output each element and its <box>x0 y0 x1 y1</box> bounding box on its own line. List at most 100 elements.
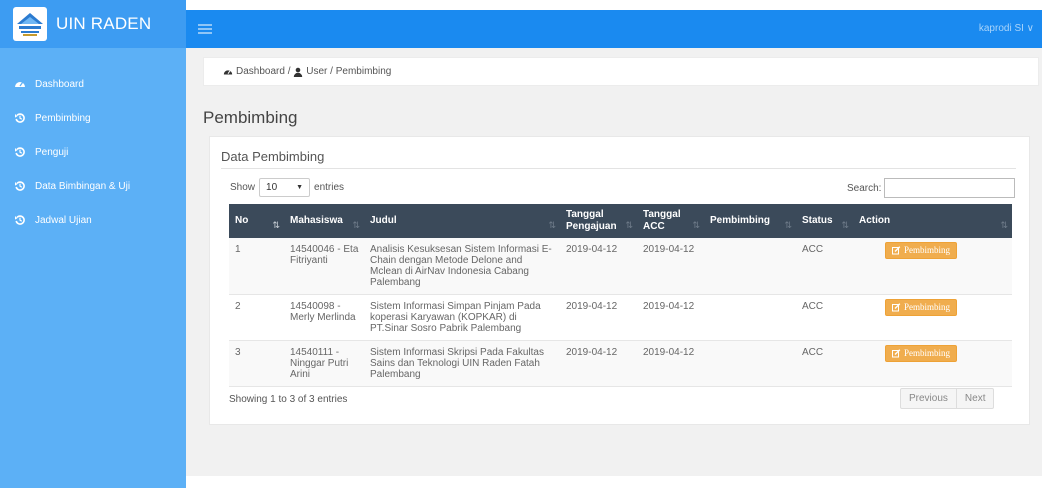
breadcrumb-separator: / <box>284 66 294 77</box>
entries-length-control: Show 10 ▼ entries <box>230 178 344 197</box>
cell-tanggal-pengajuan: 2019-04-12 <box>566 244 618 255</box>
sidebar-menu: Dashboard Pembimbing Penguji Data Bimbin… <box>0 67 186 237</box>
sort-icon: ⇅ <box>1000 220 1008 230</box>
cell-no: 2 <box>235 300 241 312</box>
table-info: Showing 1 to 3 of 3 entries <box>229 394 348 405</box>
previous-button[interactable]: Previous <box>901 389 957 408</box>
cell-tanggal-acc: 2019-04-12 <box>643 346 695 358</box>
pembimbing-button[interactable]: Pembimbing <box>885 344 958 362</box>
cell-action: Pembimbing <box>853 294 1012 340</box>
pembimbing-table: No ⇅ Mahasiswa ⇅ Judul ⇅ Tanggal Pengajuan ⇅ … <box>229 204 1012 387</box>
sort-icon: ⇅ <box>841 220 849 230</box>
cell-mahasiswa: 14540046 - Eta Fitriyanti <box>290 244 359 266</box>
column-header-tanggal-pengajuan[interactable]: Tanggal Pengajuan ⇅ <box>560 204 637 238</box>
edit-icon <box>892 302 901 312</box>
cell-action: Pembimbing <box>853 340 1012 386</box>
search-label: Search: <box>847 182 882 194</box>
column-header-no[interactable]: No ⇅ <box>229 204 284 238</box>
entries-select[interactable]: 10 ▼ <box>259 178 311 197</box>
breadcrumb-item-pembimbing: Pembimbing <box>335 66 392 77</box>
sort-icon: ⇅ <box>692 220 700 230</box>
history-icon <box>14 214 26 226</box>
right-edge <box>1042 10 1057 488</box>
cell-status: ACC <box>802 244 824 255</box>
card-title: Data Pembimbing <box>221 149 325 164</box>
dashboard-icon <box>14 78 26 90</box>
table-row: 2 14540098 - Merly Merlinda Sistem Infor… <box>229 294 1012 340</box>
user-icon <box>293 67 303 77</box>
cell-status: ACC <box>802 346 824 358</box>
hamburger-menu-icon[interactable] <box>198 24 212 34</box>
pagination: Previous Next <box>900 388 995 409</box>
brand[interactable]: UIN RADEN <box>0 0 186 48</box>
edit-icon <box>892 246 901 255</box>
cell-tanggal-acc: 2019-04-12 <box>643 300 695 312</box>
bottom-gap <box>186 476 1042 488</box>
cell-tanggal-pengajuan: 2019-04-12 <box>566 346 618 358</box>
cell-status: ACC <box>802 300 824 312</box>
brand-name: UIN RADEN <box>56 14 152 33</box>
data-card: Data Pembimbing Show 10 ▼ entries Search… <box>209 136 1030 425</box>
table-row: 1 14540046 - Eta Fitriyanti Analisis Kes… <box>229 238 1012 294</box>
top-navbar: kaprodi SI ∨ <box>186 10 1042 48</box>
table-search: Search: <box>847 178 1016 198</box>
sidebar-item-label: Penguji <box>35 146 69 158</box>
cell-pembimbing <box>704 294 796 340</box>
pembimbing-button[interactable]: Pembimbing <box>885 242 958 259</box>
sort-asc-icon: ⇅ <box>272 220 280 230</box>
show-label: Show <box>230 182 256 193</box>
sidebar-item-data-bimbingan-uji[interactable]: Data Bimbingan & Uji <box>0 169 186 203</box>
sidebar: UIN RADEN Dashboard Pembimbing Penguji D… <box>0 0 186 488</box>
user-menu-dropdown[interactable]: kaprodi SI ∨ <box>979 23 1034 34</box>
cell-tanggal-acc: 2019-04-12 <box>643 244 695 255</box>
cell-judul: Sistem Informasi Simpan Pinjam Pada kope… <box>370 300 541 334</box>
history-icon <box>14 112 26 124</box>
column-header-mahasiswa[interactable]: Mahasiswa ⇅ <box>284 204 364 238</box>
sidebar-item-jadwal-ujian[interactable]: Jadwal Ujian <box>0 203 186 237</box>
sort-icon: ⇅ <box>784 220 792 230</box>
search-input[interactable] <box>884 178 1016 198</box>
entries-select-value: 10 <box>266 182 278 193</box>
history-icon <box>14 146 26 158</box>
entries-label: entries <box>314 182 345 193</box>
divider <box>221 168 1016 169</box>
sidebar-item-penguji[interactable]: Penguji <box>0 135 186 169</box>
dashboard-icon <box>223 67 233 77</box>
cell-mahasiswa: 14540098 - Merly Merlinda <box>290 300 356 323</box>
cell-no: 1 <box>235 244 241 255</box>
main-content: Dashboard / User / Pembimbing Pembimbing… <box>186 48 1042 476</box>
cell-mahasiswa: 14540111 - Ninggar Putri Arini <box>290 346 349 380</box>
uin-logo-icon <box>13 7 47 41</box>
sidebar-item-label: Dashboard <box>35 78 84 90</box>
column-header-judul[interactable]: Judul ⇅ <box>364 204 560 238</box>
sort-icon: ⇅ <box>625 220 633 230</box>
column-header-pembimbing[interactable]: Pembimbing ⇅ <box>704 204 796 238</box>
sidebar-item-label: Jadwal Ujian <box>35 214 92 226</box>
chevron-down-icon: ▼ <box>296 184 304 191</box>
sidebar-item-label: Pembimbing <box>35 112 91 124</box>
sort-icon: ⇅ <box>548 220 556 230</box>
sidebar-item-label: Data Bimbingan & Uji <box>35 180 131 192</box>
breadcrumb-separator: / <box>327 66 336 77</box>
edit-icon <box>892 348 901 358</box>
table-row: 3 14540111 - Ninggar Putri Arini Sistem … <box>229 340 1012 386</box>
breadcrumb: Dashboard / User / Pembimbing <box>203 57 1039 86</box>
cell-tanggal-pengajuan: 2019-04-12 <box>566 300 618 312</box>
sidebar-item-dashboard[interactable]: Dashboard <box>0 67 186 101</box>
cell-judul: Analisis Kesuksesan Sistem Informasi E-C… <box>370 244 552 288</box>
cell-pembimbing <box>704 238 796 294</box>
history-icon <box>14 180 26 192</box>
cell-pembimbing <box>704 340 796 386</box>
sort-icon: ⇅ <box>352 220 360 230</box>
column-header-action[interactable]: Action ⇅ <box>853 204 1012 238</box>
column-header-tanggal-acc[interactable]: Tanggal ACC ⇅ <box>637 204 704 238</box>
next-button[interactable]: Next <box>957 389 994 408</box>
cell-judul: Sistem Informasi Skripsi Pada Fakultas S… <box>370 346 544 380</box>
table-header-row: No ⇅ Mahasiswa ⇅ Judul ⇅ Tanggal Pengajuan ⇅ … <box>229 204 1012 238</box>
sidebar-item-pembimbing[interactable]: Pembimbing <box>0 101 186 135</box>
breadcrumb-item-dashboard[interactable]: Dashboard <box>236 66 285 77</box>
breadcrumb-item-user[interactable]: User <box>306 66 327 77</box>
cell-no: 3 <box>235 346 241 358</box>
column-header-status[interactable]: Status ⇅ <box>796 204 853 238</box>
pembimbing-button[interactable]: Pembimbing <box>885 298 958 316</box>
